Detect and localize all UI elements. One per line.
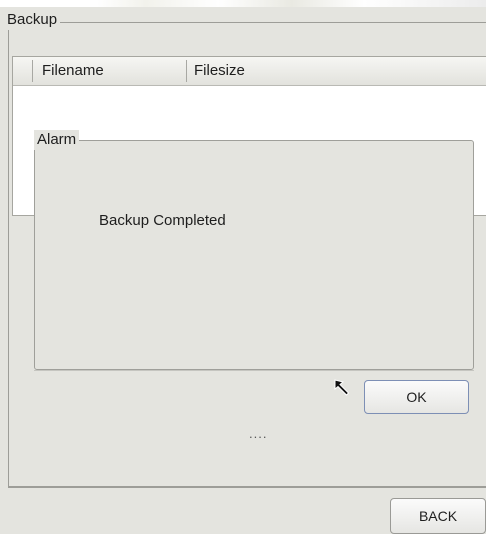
backup-title: Backup <box>5 10 61 30</box>
column-separator <box>32 60 33 82</box>
ok-button[interactable]: OK <box>364 380 469 414</box>
alarm-divider <box>34 370 474 371</box>
top-strip <box>0 0 486 7</box>
bottom-divider <box>8 487 486 488</box>
alarm-title: Alarm <box>34 130 80 150</box>
progress-indicator: .... <box>249 426 268 441</box>
back-button[interactable]: BACK <box>390 498 486 534</box>
alarm-dialog <box>34 140 474 370</box>
column-separator <box>186 60 187 82</box>
table-header: Filename Filesize <box>13 57 486 86</box>
mouse-cursor-icon <box>334 379 350 396</box>
column-header-filesize[interactable]: Filesize <box>194 62 245 80</box>
column-header-filename[interactable]: Filename <box>42 62 104 80</box>
alarm-message: Backup Completed <box>99 212 226 229</box>
